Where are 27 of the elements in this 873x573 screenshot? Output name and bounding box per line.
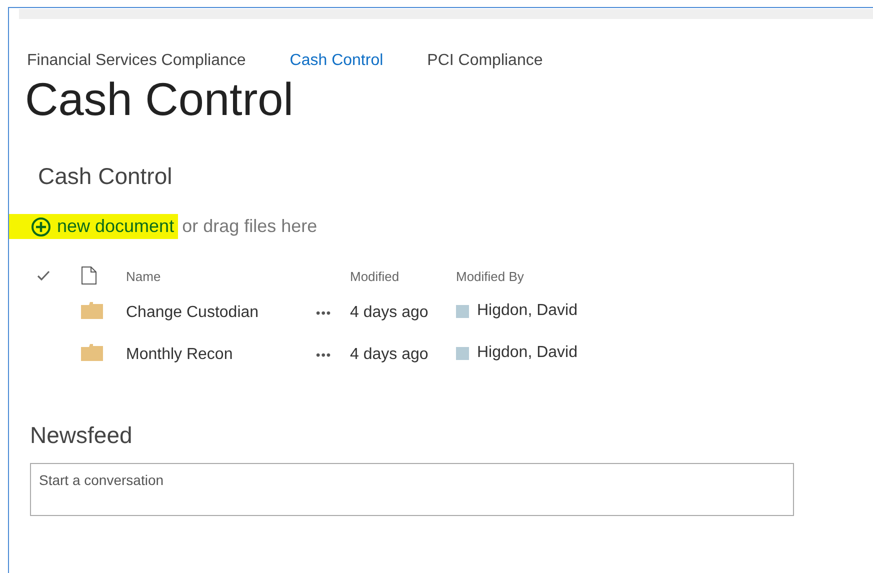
- page-title: Cash Control: [25, 74, 294, 125]
- document-icon: [81, 266, 97, 285]
- more-options[interactable]: •••: [316, 348, 332, 362]
- more-options[interactable]: •••: [316, 306, 332, 320]
- modified-date: 4 days ago: [350, 346, 428, 363]
- nav-link[interactable]: Cash Control: [290, 52, 384, 70]
- user-avatar-icon: [456, 346, 469, 360]
- nav-link[interactable]: Financial Services Compliance: [27, 52, 246, 70]
- nav-link[interactable]: PCI Compliance: [427, 52, 543, 70]
- folder-icon: [81, 302, 103, 319]
- drag-hint: or drag files here: [182, 216, 318, 238]
- newsfeed-title: Newsfeed: [30, 422, 134, 449]
- user-avatar-icon: [456, 304, 469, 318]
- new-document-link[interactable]: new document: [9, 214, 178, 240]
- check-icon[interactable]: [37, 270, 50, 282]
- user-name[interactable]: Higdon, David: [477, 344, 578, 362]
- conversation-field[interactable]: Start a conversation: [30, 462, 794, 516]
- user-name[interactable]: Higdon, David: [477, 302, 578, 320]
- column-header[interactable]: Modified By: [456, 269, 524, 284]
- column-header[interactable]: Modified: [350, 269, 400, 284]
- file-name[interactable]: Change Custodian: [126, 304, 259, 321]
- file-name[interactable]: Monthly Recon: [126, 346, 233, 363]
- modified-date: 4 days ago: [350, 304, 428, 321]
- folder-icon: [81, 344, 103, 361]
- library-title: Cash Control: [38, 162, 174, 190]
- plus-circle-icon: [31, 216, 51, 237]
- column-header[interactable]: Name: [126, 269, 161, 284]
